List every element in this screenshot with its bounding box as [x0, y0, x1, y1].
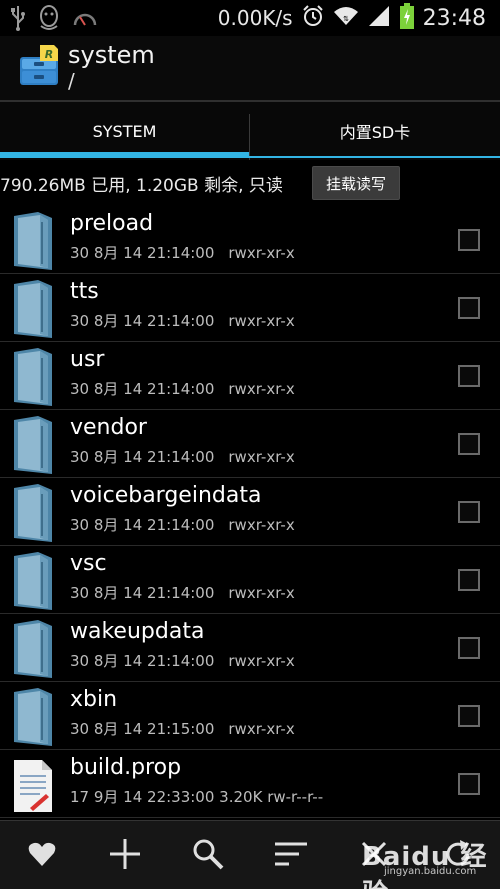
- list-item[interactable]: preload 30 8月 14 21:14:00 rwxr-xr-x: [0, 206, 500, 274]
- mount-rw-button[interactable]: 挂载读写: [312, 166, 400, 200]
- select-checkbox[interactable]: [458, 773, 480, 795]
- file-meta: 30 8月 14 21:14:00 rwxr-xr-x: [70, 380, 295, 398]
- app-logo-icon[interactable]: R: [18, 43, 62, 87]
- file-name: wakeupdata: [70, 619, 205, 644]
- folder-icon: [12, 550, 54, 612]
- select-checkbox[interactable]: [458, 637, 480, 659]
- select-checkbox[interactable]: [458, 433, 480, 455]
- list-item[interactable]: tts 30 8月 14 21:14:00 rwxr-xr-x: [0, 274, 500, 342]
- tab-inactive-indicator: [249, 156, 500, 158]
- battery-icon: [399, 3, 415, 33]
- select-checkbox[interactable]: [458, 705, 480, 727]
- list-item[interactable]: vsc 30 8月 14 21:14:00 rwxr-xr-x: [0, 546, 500, 614]
- storage-usage-text: 790.26MB 已用, 1.20GB 剩余, 只读: [0, 176, 283, 196]
- file-name: xbin: [70, 687, 118, 712]
- file-name: build.prop: [70, 755, 182, 780]
- usb-icon: [10, 5, 26, 35]
- baidu-watermark: Baidu 经验: [362, 842, 488, 889]
- folder-icon: [12, 482, 54, 544]
- folder-icon: [12, 414, 54, 476]
- folder-icon: [12, 210, 54, 272]
- file-list: preload 30 8月 14 21:14:00 rwxr-xr-x tts 3…: [0, 206, 500, 818]
- file-meta: 30 8月 14 21:15:00 rwxr-xr-x: [70, 720, 295, 738]
- file-meta: 17 9月 14 22:33:00 3.20K rw-r--r--: [70, 788, 324, 806]
- storage-info-row: 790.26MB 已用, 1.20GB 剩余, 只读 挂载读写: [0, 160, 500, 204]
- select-checkbox[interactable]: [458, 365, 480, 387]
- app-header: R system /: [0, 36, 500, 102]
- file-meta: 30 8月 14 21:14:00 rwxr-xr-x: [70, 652, 295, 670]
- sort-icon: [273, 841, 309, 871]
- search-icon: [192, 838, 224, 874]
- speedometer-icon: [72, 8, 98, 32]
- plus-icon: [108, 837, 142, 875]
- page-title: system: [68, 41, 155, 69]
- select-checkbox[interactable]: [458, 569, 480, 591]
- select-checkbox[interactable]: [458, 501, 480, 523]
- file-meta: 30 8月 14 21:14:00 rwxr-xr-x: [70, 448, 295, 466]
- svg-text:⇅: ⇅: [343, 15, 349, 23]
- file-name: usr: [70, 347, 105, 372]
- tab-active-indicator: [0, 152, 249, 158]
- search-button[interactable]: [166, 821, 250, 889]
- select-checkbox[interactable]: [458, 297, 480, 319]
- clock: 23:48: [422, 5, 486, 31]
- list-item[interactable]: voicebargeindata 30 8月 14 21:14:00 rwxr-x…: [0, 478, 500, 546]
- folder-icon: [12, 278, 54, 340]
- file-meta: 30 8月 14 21:14:00 rwxr-xr-x: [70, 516, 295, 534]
- file-meta: 30 8月 14 21:14:00 rwxr-xr-x: [70, 244, 295, 262]
- signal-icon: [367, 4, 391, 32]
- favorites-button[interactable]: [0, 821, 84, 889]
- heart-icon: [28, 841, 56, 871]
- folder-icon: [12, 618, 54, 680]
- document-icon: [12, 754, 54, 816]
- list-item[interactable]: vendor 30 8月 14 21:14:00 rwxr-xr-x: [0, 410, 500, 478]
- status-bar: 0.00K/s ⇅ 23:48: [0, 0, 500, 36]
- list-item[interactable]: build.prop 17 9月 14 22:33:00 3.20K rw-r-…: [0, 750, 500, 818]
- file-meta: 30 8月 14 21:14:00 rwxr-xr-x: [70, 312, 295, 330]
- file-meta: 30 8月 14 21:14:00 rwxr-xr-x: [70, 584, 295, 602]
- file-name: preload: [70, 211, 154, 236]
- current-path: /: [68, 69, 75, 93]
- alarm-icon: [301, 4, 325, 32]
- wifi-icon: ⇅: [333, 5, 359, 31]
- folder-icon: [12, 686, 54, 748]
- add-button[interactable]: [83, 821, 167, 889]
- sort-button[interactable]: [249, 821, 333, 889]
- file-name: tts: [70, 279, 99, 304]
- list-item[interactable]: usr 30 8月 14 21:14:00 rwxr-xr-x: [0, 342, 500, 410]
- select-checkbox[interactable]: [458, 229, 480, 251]
- file-name: vendor: [70, 415, 147, 440]
- qq-icon: [38, 4, 60, 36]
- file-name: vsc: [70, 551, 107, 576]
- tab-internal-sd[interactable]: 内置SD卡: [250, 102, 500, 160]
- baidu-watermark-url: jingyan.baidu.com: [384, 866, 477, 877]
- network-speed: 0.00K/s: [217, 6, 293, 30]
- folder-icon: [12, 346, 54, 408]
- svg-text:R: R: [45, 48, 53, 61]
- list-item[interactable]: wakeupdata 30 8月 14 21:14:00 rwxr-xr-x: [0, 614, 500, 682]
- list-item[interactable]: xbin 30 8月 14 21:15:00 rwxr-xr-x: [0, 682, 500, 750]
- file-name: voicebargeindata: [70, 483, 262, 508]
